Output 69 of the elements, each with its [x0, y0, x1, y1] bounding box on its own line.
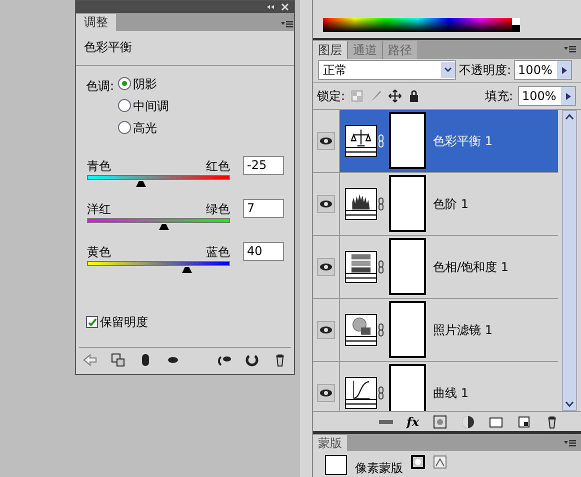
fill-field[interactable]: 100% — [518, 86, 576, 106]
filter-thumbnail — [345, 314, 377, 346]
chain-icon[interactable] — [377, 134, 385, 148]
chain-icon[interactable] — [377, 386, 385, 400]
value-field[interactable]: 7 — [243, 199, 284, 218]
back-arrow-icon[interactable] — [83, 352, 97, 366]
tone-radio[interactable]: 高光 — [118, 118, 170, 137]
chain-icon[interactable] — [377, 322, 385, 337]
color-slider[interactable] — [87, 260, 230, 273]
arrow-right-icon[interactable] — [562, 66, 567, 74]
preserve-luminosity-checkbox[interactable]: 保留明度 — [76, 313, 148, 331]
collapse-icon[interactable] — [266, 3, 276, 11]
slider-label: 青色 — [87, 159, 111, 174]
panel-title: 色彩平衡 — [76, 31, 294, 66]
layer-row[interactable]: 色阶 1 — [340, 172, 558, 235]
add-mask-icon[interactable] — [433, 414, 447, 429]
layer-row[interactable]: 照片滤镜 1 — [340, 298, 558, 361]
chain-icon[interactable] — [377, 260, 385, 274]
hue-thumbnail — [345, 250, 377, 283]
fx-button[interactable]: fx — [406, 412, 419, 431]
mask-thumbnail — [325, 455, 347, 475]
color-slider[interactable] — [87, 174, 230, 187]
scrollbar[interactable] — [562, 110, 577, 412]
vector-mask-icon[interactable] — [433, 455, 447, 469]
tone-label: 色调: — [86, 78, 114, 95]
color-slider[interactable] — [87, 217, 230, 230]
panel-tab[interactable]: 蒙版 — [313, 435, 347, 451]
trash-icon[interactable] — [545, 414, 559, 429]
layer-mask-thumbnail — [389, 238, 426, 296]
tone-radio[interactable]: 中间调 — [118, 96, 170, 115]
curves-thumbnail — [345, 376, 377, 409]
dropdown-caret-icon[interactable] — [441, 62, 455, 78]
folder-icon[interactable] — [489, 414, 503, 429]
fill-label: 填充: — [484, 88, 513, 106]
slider-label: 黄色 — [87, 245, 111, 260]
layer-mask-thumbnail — [389, 301, 426, 358]
value-field[interactable]: -25 — [243, 156, 284, 175]
adjustment-layer-icon[interactable] — [461, 414, 475, 429]
layer-mask-thumbnail — [389, 112, 426, 170]
layer-mask-thumbnail — [389, 175, 426, 232]
balance-thumbnail — [345, 124, 377, 157]
checkmark-icon — [88, 318, 96, 326]
opacity-label: 不透明度: — [459, 62, 512, 80]
clip-icon[interactable] — [110, 352, 125, 366]
slider-label: 红色 — [206, 159, 230, 174]
pixel-mask-label: 像素蒙版 — [355, 460, 403, 477]
lock-label: 锁定: — [317, 88, 346, 106]
slider-label: 蓝色 — [206, 245, 230, 260]
levels-thumbnail — [345, 188, 377, 220]
layer-mask-thumbnail — [389, 364, 426, 412]
slider-label: 绿色 — [206, 202, 230, 217]
arrow-right-icon[interactable] — [566, 92, 570, 100]
reset-icon[interactable] — [245, 352, 260, 366]
blend-mode-dropdown[interactable]: 正常 — [318, 60, 456, 80]
close-icon[interactable] — [280, 3, 290, 11]
color-spectrum[interactable] — [323, 18, 520, 32]
layer-row[interactable]: 色相/饱和度 1 — [340, 236, 558, 298]
layer-row[interactable]: 色彩平衡 1 — [340, 110, 558, 172]
panel-tab[interactable]: 图层 — [313, 40, 347, 59]
opacity-field[interactable]: 100% — [514, 60, 572, 80]
tone-radio[interactable]: 阴影 — [118, 74, 170, 93]
pixel-mask-icon[interactable] — [411, 455, 425, 469]
slider-label: 洋红 — [87, 202, 111, 217]
panel-tab[interactable]: 调整 — [76, 14, 116, 31]
chain-icon[interactable] — [377, 196, 385, 211]
move-icon[interactable] — [388, 89, 402, 104]
new-layer-icon[interactable] — [517, 414, 531, 429]
layer-row[interactable]: 曲线 1 — [340, 362, 558, 412]
value-field[interactable]: 40 — [243, 242, 284, 261]
